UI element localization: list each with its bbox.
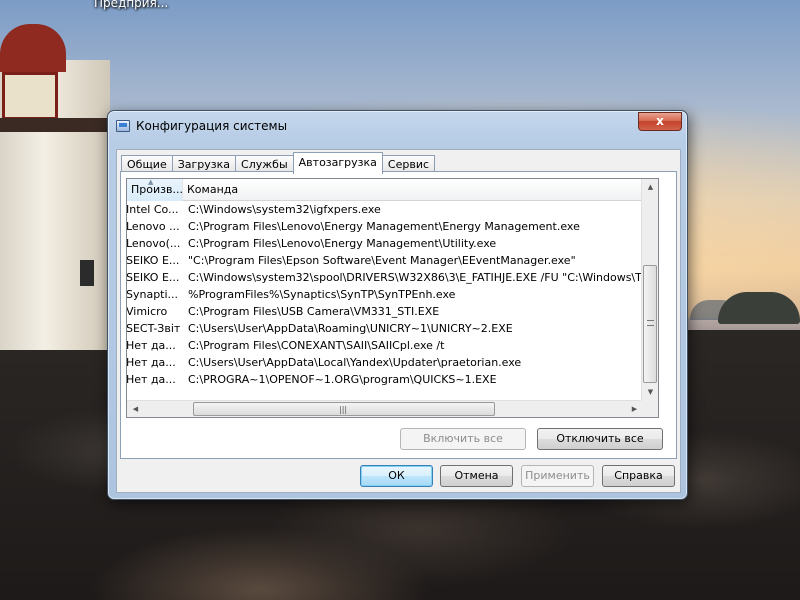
horizontal-scroll-thumb[interactable]: ||| — [193, 402, 495, 416]
table-row[interactable]: Intel Co... C:\Windows\system32\igfxpers.… — [127, 201, 643, 218]
horizontal-scrollbar[interactable]: ◀ ||| ▶ — [127, 400, 643, 417]
lighthouse-rail — [0, 118, 108, 132]
dialog-client-area: Общие Загрузка Службы Автозагрузка Серви… — [116, 149, 681, 493]
vertical-scrollbar[interactable]: ▲ ▼ — [641, 179, 658, 401]
title-bar[interactable]: Конфигурация системы x — [108, 111, 687, 141]
table-row[interactable]: Нет да... C:\PROGRA~1\OPENOF~1.ORG\progra… — [127, 371, 643, 388]
scroll-left-arrow-icon[interactable]: ◀ — [127, 401, 144, 417]
table-row[interactable]: Lenovo(... C:\Program Files\Lenovo\Energy… — [127, 235, 643, 252]
system-configuration-window: Конфигурация системы x Общие Загрузка Сл… — [107, 110, 688, 500]
column-command[interactable]: Команда — [183, 179, 643, 201]
table-row[interactable]: SEIKO E... "C:\Program Files\Epson Softwa… — [127, 252, 643, 269]
tab-startup[interactable]: Автозагрузка — [292, 152, 383, 174]
table-row[interactable]: Vimicro C:\Program Files\USB Camera\VM331… — [127, 303, 643, 320]
scroll-down-arrow-icon[interactable]: ▼ — [642, 384, 658, 401]
scrollbar-corner — [641, 400, 658, 417]
disable-all-button[interactable]: Отключить все — [537, 428, 663, 450]
ok-button[interactable]: ОК — [360, 465, 433, 487]
list-header: ▲ Произв... Команда — [127, 179, 643, 201]
list-body: Intel Co... C:\Windows\system32\igfxpers.… — [127, 201, 643, 401]
table-row[interactable]: SECT-Звіт C:\Users\User\AppData\Roaming\U… — [127, 320, 643, 337]
apply-button[interactable]: Применить — [521, 465, 594, 487]
lighthouse-lamp — [2, 72, 58, 120]
close-button[interactable]: x — [638, 112, 682, 131]
cancel-button[interactable]: Отмена — [440, 465, 513, 487]
vertical-scroll-thumb[interactable] — [643, 265, 657, 383]
desktop-icon-label[interactable]: Предприя... — [94, 0, 168, 10]
table-row[interactable]: Нет да... C:\Users\User\AppData\Local\Yan… — [127, 354, 643, 371]
sort-ascending-icon: ▲ — [148, 179, 154, 186]
msconfig-icon — [116, 120, 130, 132]
column-manufacturer[interactable]: ▲ Произв... — [127, 179, 183, 201]
table-row[interactable]: SEIKO E... C:\Windows\system32\spool\DRIV… — [127, 269, 643, 286]
enable-all-button[interactable]: Включить все — [400, 428, 526, 450]
scroll-up-arrow-icon[interactable]: ▲ — [642, 179, 658, 196]
help-button[interactable]: Справка — [602, 465, 675, 487]
table-row[interactable]: Нет да... C:\Program Files\CONEXANT\SAII\… — [127, 337, 643, 354]
table-row[interactable]: Lenovo ... C:\Program Files\Lenovo\Energy… — [127, 218, 643, 235]
lighthouse-roof — [0, 24, 66, 72]
table-row[interactable]: Synapti... %ProgramFiles%\Synaptics\SynTP… — [127, 286, 643, 303]
window-title: Конфигурация системы — [136, 119, 288, 133]
island — [718, 292, 800, 324]
startup-items-list[interactable]: ▲ Произв... Команда Intel Co... C:\Window… — [126, 178, 659, 418]
